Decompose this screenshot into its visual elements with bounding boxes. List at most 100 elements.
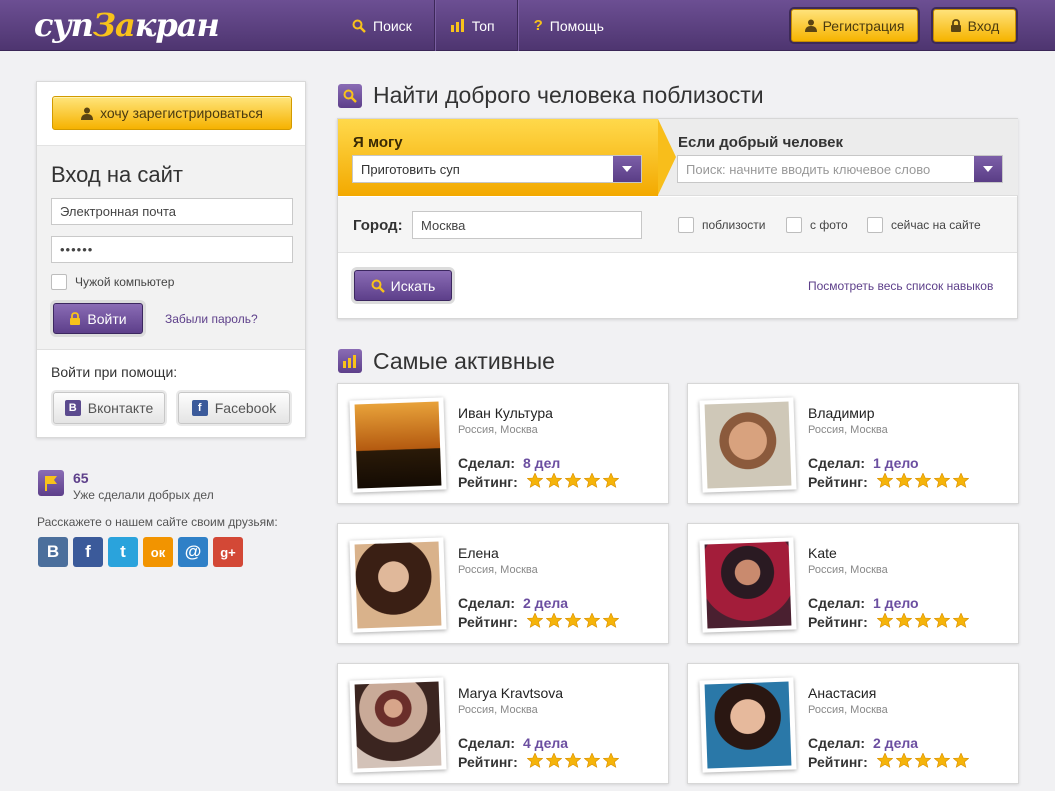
enter-button[interactable]: Войти: [53, 303, 143, 334]
main-nav: Поиск Топ ? Помощь: [336, 0, 626, 51]
vkontakte-icon[interactable]: B: [38, 537, 68, 567]
user-card[interactable]: Marya Kravtsova Россия, Москва Сделал: 4 де…: [337, 663, 669, 784]
need-select[interactable]: Поиск: начните вводить ключевое слово: [677, 155, 1003, 183]
user-name[interactable]: Иван Культура: [458, 405, 553, 421]
with-photo-checkbox[interactable]: [786, 217, 802, 233]
want-register-button[interactable]: хочу зарегистрироваться: [52, 96, 292, 130]
share-buttons: Bf t ок @ g+: [38, 537, 248, 567]
googleplus-icon[interactable]: g+: [213, 537, 243, 567]
facebook-login-label: Facebook: [214, 400, 277, 416]
chevron-down-icon[interactable]: [613, 156, 641, 182]
done-value: 1 дело: [873, 595, 919, 611]
user-card[interactable]: Владимир Россия, Москва Сделал: 1 дело Рейти…: [687, 383, 1019, 504]
user-name[interactable]: Елена: [458, 545, 499, 561]
star-icon: [896, 753, 912, 768]
star-icon: [603, 613, 619, 628]
with-photo-label: с фото: [810, 218, 848, 232]
rating-stars: [527, 613, 622, 628]
user-photo[interactable]: [354, 681, 442, 769]
star-icon: [953, 753, 969, 768]
user-photo[interactable]: [704, 401, 792, 489]
foreign-computer-checkbox[interactable]: [51, 274, 67, 290]
logo-part-3: кран: [134, 6, 220, 44]
user-name[interactable]: Анастасия: [808, 685, 876, 701]
star-icon: [915, 613, 931, 628]
rating-stars: [877, 473, 972, 488]
nearby-checkbox[interactable]: [678, 217, 694, 233]
done-value: 2 дела: [523, 595, 569, 611]
nav-help-label: Помощь: [549, 17, 604, 34]
star-icon: [565, 473, 581, 488]
chevron-down-icon[interactable]: [974, 156, 1002, 182]
nav-search[interactable]: Поиск: [336, 0, 435, 51]
done-label: Сделал:: [458, 735, 516, 751]
login-title: Вход на сайт: [51, 162, 183, 187]
online-now-checkbox[interactable]: [867, 217, 883, 233]
user-name[interactable]: Kate: [808, 545, 837, 561]
user-photo[interactable]: [354, 401, 442, 489]
active-title: Самые активные: [373, 348, 555, 374]
vk-login-button[interactable]: B Вконтакте: [53, 392, 165, 424]
forgot-password-link[interactable]: Забыли пароль?: [165, 312, 258, 326]
user-icon: [804, 19, 817, 32]
user-card[interactable]: Иван Культура Россия, Москва Сделал: 8 дел Р…: [337, 383, 669, 504]
search-icon: [352, 19, 366, 33]
star-icon: [527, 613, 543, 628]
user-location: Россия, Москва: [458, 564, 538, 576]
star-icon: [934, 613, 950, 628]
city-input[interactable]: [412, 211, 642, 239]
user-photo[interactable]: [704, 541, 792, 629]
user-location: Россия, Москва: [808, 424, 888, 436]
star-icon: [527, 753, 543, 768]
search-section-icon: [338, 84, 362, 108]
done-value: 8 дел: [523, 455, 561, 471]
nav-search-label: Поиск: [373, 17, 412, 34]
lock-icon: [70, 312, 81, 325]
done-label: Сделал:: [808, 455, 866, 471]
all-skills-link[interactable]: Посмотреть весь список навыков: [808, 279, 993, 293]
password-field[interactable]: [51, 236, 293, 263]
active-section-icon: [338, 349, 362, 373]
question-icon: ?: [533, 17, 543, 34]
mailru-icon[interactable]: @: [178, 537, 208, 567]
online-now-label: сейчас на сайте: [891, 218, 981, 232]
nav-help[interactable]: ? Помощь: [518, 0, 626, 51]
flag-icon: [38, 470, 64, 496]
search-button-label: Искать: [390, 277, 436, 294]
star-icon: [565, 613, 581, 628]
star-icon: [934, 473, 950, 488]
twitter-icon[interactable]: t: [108, 537, 138, 567]
star-icon: [584, 753, 600, 768]
done-value: 1 дело: [873, 455, 919, 471]
email-field[interactable]: [51, 198, 293, 225]
user-photo[interactable]: [704, 681, 792, 769]
search-button[interactable]: Искать: [354, 270, 452, 301]
star-icon: [877, 473, 893, 488]
register-button[interactable]: Регистрация: [791, 9, 918, 42]
can-arrow: [658, 119, 676, 195]
facebook-login-button[interactable]: f Facebook: [178, 392, 290, 424]
user-card[interactable]: Елена Россия, Москва Сделал: 2 дела Рейтинг:: [337, 523, 669, 644]
login-button[interactable]: Вход: [933, 9, 1016, 42]
user-location: Россия, Москва: [458, 704, 538, 716]
user-photo[interactable]: [354, 541, 442, 629]
nav-top[interactable]: Топ: [435, 0, 518, 51]
facebook-icon: f: [191, 400, 208, 416]
user-name[interactable]: Владимир: [808, 405, 875, 421]
user-card[interactable]: Kate Россия, Москва Сделал: 1 дело Рейтинг:: [687, 523, 1019, 644]
site-logo[interactable]: супЗакран: [34, 6, 220, 44]
user-photo-frame: [349, 677, 447, 773]
search-title: Найти доброго человека поблизости: [373, 82, 764, 108]
nav-top-label: Топ: [471, 17, 495, 34]
top-bar: супЗакран Поиск Топ ? Помощь Регистрация…: [0, 0, 1055, 51]
done-label: Сделал:: [808, 735, 866, 751]
skill-select[interactable]: Приготовить суп: [352, 155, 642, 183]
facebook-icon[interactable]: f: [73, 537, 103, 567]
star-icon: [934, 753, 950, 768]
register-section: хочу зарегистрироваться: [37, 82, 305, 146]
odnoklassniki-icon[interactable]: ок: [143, 537, 173, 567]
user-name[interactable]: Marya Kravtsova: [458, 685, 563, 701]
need-label: Если добрый человек: [678, 134, 843, 151]
nearby-label: поблизости: [702, 218, 766, 232]
user-card[interactable]: Анастасия Россия, Москва Сделал: 2 дела Рейт…: [687, 663, 1019, 784]
